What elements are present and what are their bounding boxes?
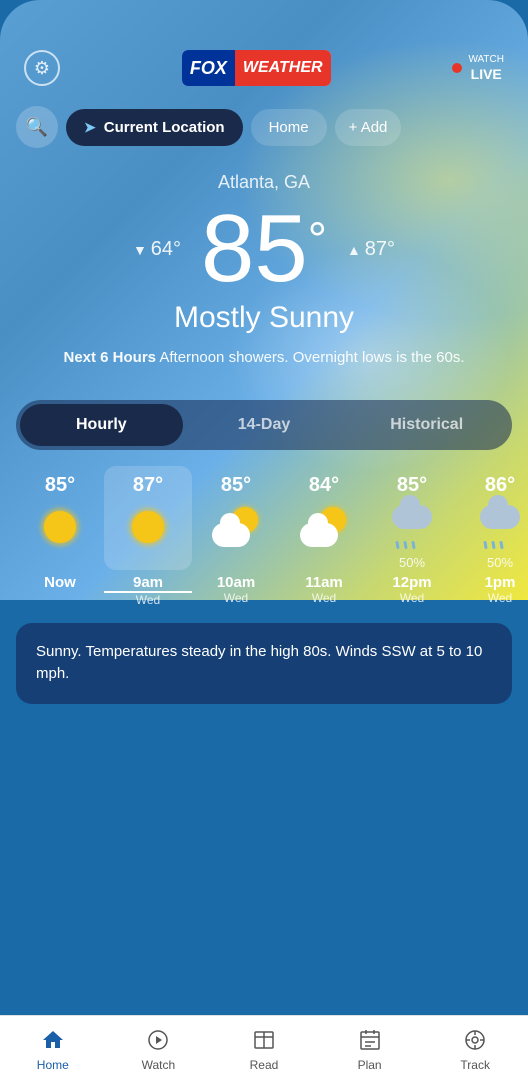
app-logo: FOX WEATHER — [182, 50, 331, 86]
sun-icon — [44, 511, 76, 543]
nav-label-watch: Watch — [142, 1058, 176, 1072]
current-location-label: Current Location — [104, 119, 225, 136]
hour-percent: 50% — [487, 555, 513, 570]
forecast-summary: Next 6 Hours Afternoon showers. Overnigh… — [20, 347, 508, 370]
hour-temp: 85° — [45, 474, 75, 497]
hour-label-now: Now — [16, 574, 104, 607]
hour-item-10am[interactable]: 85° — [192, 466, 280, 570]
hour-label-9am: 9am Wed — [104, 574, 192, 607]
hour-icon — [388, 503, 436, 551]
track-icon — [461, 1026, 489, 1054]
nav-item-read[interactable]: Read — [224, 1026, 304, 1072]
forecast-detail: Afternoon showers. Overnight lows is the… — [156, 349, 465, 366]
nav-item-track[interactable]: Track — [435, 1026, 515, 1072]
forecast-tabs: Hourly 14-Day Historical — [16, 400, 512, 450]
tab-14day[interactable]: 14-Day — [183, 404, 346, 446]
home-icon — [39, 1026, 67, 1054]
nav-label-track: Track — [460, 1058, 490, 1072]
search-button[interactable]: 🔍 — [16, 106, 58, 148]
forecast-text: Sunny. Temperatures steady in the high 8… — [36, 643, 482, 683]
tab-hourly[interactable]: Hourly — [20, 404, 183, 446]
partly-cloudy-icon — [300, 507, 348, 547]
hour-labels-row: Now 9am Wed 10am Wed 11am Wed 12pm Wed 1… — [16, 574, 528, 607]
location-bar: 🔍 ➤ Current Location Home + Add — [0, 98, 528, 156]
location-arrow-icon: ➤ — [84, 119, 96, 136]
hour-icon — [124, 503, 172, 551]
sun-icon — [132, 511, 164, 543]
weather-condition: Mostly Sunny — [20, 301, 508, 335]
live-dot — [452, 63, 462, 73]
nav-label-read: Read — [250, 1058, 279, 1072]
hour-temp: 85° — [397, 474, 427, 497]
plan-icon — [356, 1026, 384, 1054]
hour-label-1pm: 1pm Wed — [456, 574, 528, 607]
hour-temp: 84° — [309, 474, 339, 497]
hour-label-11am: 11am Wed — [280, 574, 368, 607]
nav-label-plan: Plan — [358, 1058, 382, 1072]
app-header: ⚙ FOX WEATHER WATCH LIVE — [0, 0, 528, 98]
hourly-scroll-container[interactable]: 85° 87° 85° — [0, 466, 528, 607]
hourly-row: 85° 87° 85° — [16, 466, 528, 570]
hour-temp: 86° — [485, 474, 515, 497]
read-icon — [250, 1026, 278, 1054]
current-location-button[interactable]: ➤ Current Location — [66, 109, 243, 146]
settings-icon[interactable]: ⚙ — [24, 50, 60, 86]
hour-percent: 50% — [399, 555, 425, 570]
rain-icon — [476, 505, 524, 549]
add-location-button[interactable]: + Add — [335, 109, 402, 146]
live-label: LIVE — [468, 66, 504, 83]
hour-item-11am[interactable]: 84° — [280, 466, 368, 570]
rain-icon — [388, 505, 436, 549]
hour-item-12pm[interactable]: 85° 50% — [368, 466, 456, 570]
nav-item-home[interactable]: Home — [13, 1026, 93, 1072]
hour-item-1pm[interactable]: 86° 50% — [456, 466, 528, 570]
hour-item-9am[interactable]: 87° — [104, 466, 192, 570]
nav-label-home: Home — [37, 1058, 69, 1072]
hour-label-10am: 10am Wed — [192, 574, 280, 607]
hour-item-now[interactable]: 85° — [16, 466, 104, 570]
hour-temp: 85° — [221, 474, 251, 497]
hour-icon — [36, 503, 84, 551]
temp-high: 87° — [347, 238, 395, 261]
hour-icon — [476, 503, 524, 551]
bottom-navigation: Home Watch Read Plan Track — [0, 1015, 528, 1088]
temp-current: 85° — [201, 201, 327, 297]
hour-label-12pm: 12pm Wed — [368, 574, 456, 607]
next-hours-label: Next 6 Hours — [63, 349, 156, 366]
weather-display: Atlanta, GA 64° 85° 87° Mostly Sunny Nex… — [0, 156, 528, 380]
temp-range-row: 64° 85° 87° — [20, 201, 508, 297]
hour-temp: 87° — [133, 474, 163, 497]
watch-live-button[interactable]: WATCH LIVE — [452, 54, 504, 83]
fox-logo-fox: FOX — [182, 50, 235, 86]
bottom-forecast-bar: Sunny. Temperatures steady in the high 8… — [16, 623, 512, 704]
watch-label: WATCH — [468, 54, 504, 66]
fox-logo-weather: WEATHER — [235, 50, 331, 86]
partly-cloudy-icon — [212, 507, 260, 547]
nav-item-plan[interactable]: Plan — [330, 1026, 410, 1072]
watch-icon — [144, 1026, 172, 1054]
temp-low: 64° — [133, 238, 181, 261]
tab-historical[interactable]: Historical — [345, 404, 508, 446]
hour-icon — [300, 503, 348, 551]
home-location-button[interactable]: Home — [251, 109, 327, 146]
nav-item-watch[interactable]: Watch — [118, 1026, 198, 1072]
hour-icon — [212, 503, 260, 551]
city-label: Atlanta, GA — [20, 172, 508, 193]
